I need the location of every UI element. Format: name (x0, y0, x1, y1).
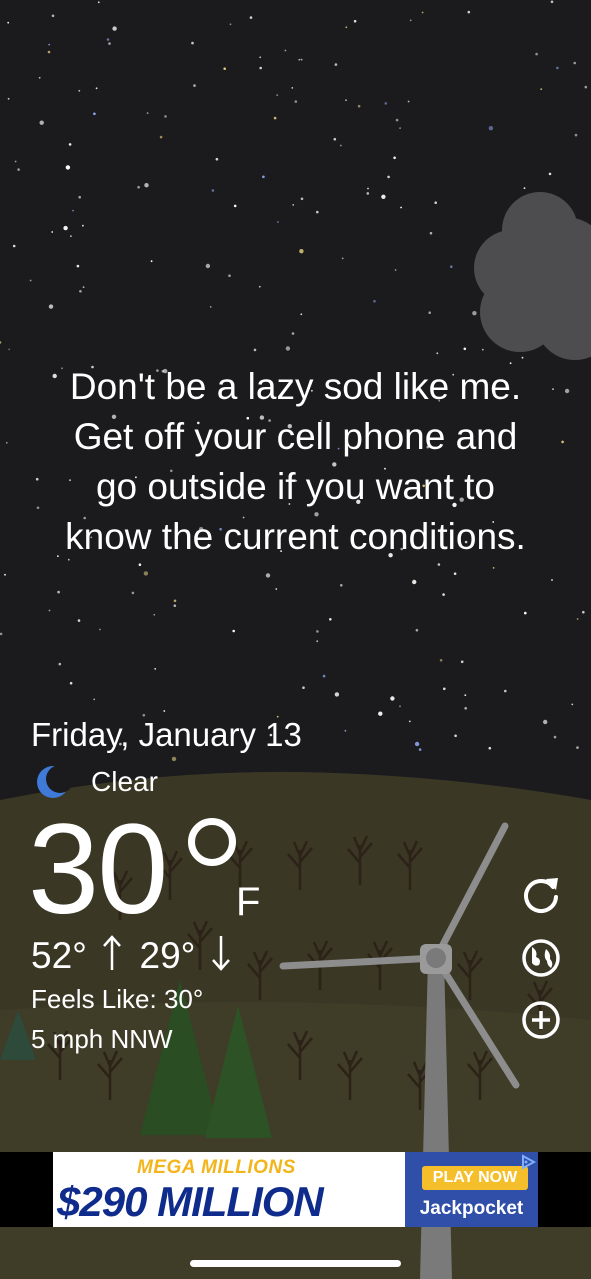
lazy-quote: Don't be a lazy sod like me. Get off you… (20, 362, 571, 562)
add-icon (522, 1001, 560, 1039)
arrow-down-icon (211, 936, 230, 971)
date-label: Friday, January 13 (31, 716, 302, 753)
ad-brand: Jackpocket (419, 1198, 524, 1219)
ad-right-panel: PLAY NOW Jackpocket (405, 1152, 538, 1227)
temperature-value: 30 (28, 798, 168, 941)
home-indicator[interactable] (190, 1260, 401, 1267)
ad-left-panel: MEGA MILLIONS $290 MILLION (53, 1152, 405, 1227)
globe-button[interactable] (519, 936, 563, 980)
wind-label: 5 mph NNW (31, 1024, 173, 1054)
condition-label: Clear (91, 766, 158, 797)
quote-line-1: Don't be a lazy sod like me. (69, 366, 522, 407)
degree-symbol (188, 818, 236, 866)
ad-banner[interactable]: MEGA MILLIONS $290 MILLION PLAY NOW Jack… (0, 1152, 591, 1227)
high-low-row: 52° 29° (31, 934, 232, 977)
refresh-button[interactable] (519, 872, 563, 916)
adchoices-icon[interactable] (520, 1154, 536, 1170)
ad-small-text: MEGA MILLIONS (137, 1157, 296, 1178)
feels-like-label: Feels Like: 30° (31, 984, 204, 1014)
high-temp: 52° (31, 935, 87, 976)
play-now-button[interactable]: PLAY NOW (422, 1166, 528, 1190)
crescent-moon-icon (37, 765, 70, 798)
quote-line-4: know the current conditions. (65, 516, 526, 557)
arrow-up-icon (103, 935, 122, 970)
condition-row: Clear (36, 762, 158, 802)
quote-line-3: go outside if you want to (95, 466, 496, 507)
low-temp: 29° (139, 935, 196, 976)
temperature-unit: F (236, 880, 261, 924)
refresh-icon (524, 878, 558, 914)
ad-amount: $290 MILLION (57, 1178, 324, 1225)
add-location-button[interactable] (519, 998, 563, 1042)
globe-icon (522, 939, 560, 977)
night-scene-background (0, 0, 591, 1279)
quote-line-2: Get off your cell phone and (73, 416, 518, 457)
ad-creative[interactable]: MEGA MILLIONS $290 MILLION PLAY NOW Jack… (53, 1152, 538, 1227)
